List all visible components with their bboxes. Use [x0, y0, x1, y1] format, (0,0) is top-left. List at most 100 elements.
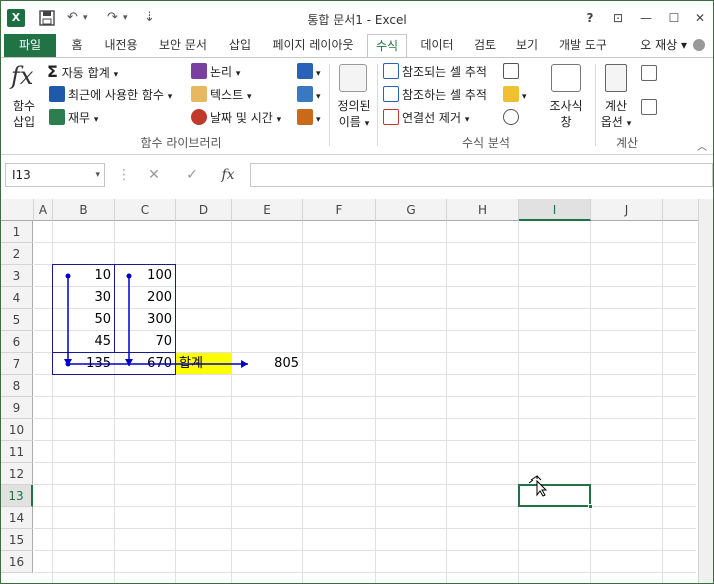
- group-divider: [595, 64, 596, 146]
- column-header-I[interactable]: I: [519, 199, 591, 221]
- select-all-corner[interactable]: [1, 199, 34, 221]
- more-functions-button[interactable]: ▾: [297, 108, 321, 128]
- row-header-5[interactable]: 5: [1, 309, 33, 331]
- row-header-7[interactable]: 7: [1, 353, 33, 375]
- cell-C4[interactable]: 200: [115, 287, 175, 308]
- tab-mine[interactable]: 내전용: [97, 34, 145, 57]
- cell-E7[interactable]: 805: [232, 353, 302, 374]
- tab-view[interactable]: 보기: [509, 34, 545, 57]
- show-formulas-button[interactable]: [503, 62, 522, 82]
- math-book-icon: [297, 86, 313, 102]
- name-box[interactable]: I13 ▾: [5, 163, 105, 187]
- user-name[interactable]: 오 재상 ▾: [640, 34, 687, 57]
- column-header-H[interactable]: H: [447, 199, 519, 221]
- calculation-options-button[interactable]: 계산 옵션 ▾: [597, 98, 635, 132]
- gridline-horizontal: [34, 374, 696, 375]
- datetime-button[interactable]: 날짜 및 시간 ▾: [191, 108, 281, 128]
- trace-dependents-button[interactable]: 참조하는 셀 추적: [383, 85, 487, 105]
- column-header-J[interactable]: J: [591, 199, 663, 221]
- lookup-button[interactable]: ▾: [297, 62, 321, 82]
- insert-function-fx-icon[interactable]: fx: [217, 165, 239, 185]
- tab-data[interactable]: 데이터: [413, 34, 461, 57]
- column-header-B[interactable]: B: [53, 199, 115, 221]
- insert-function-icon[interactable]: fx: [11, 62, 39, 92]
- vertical-scrollbar[interactable]: [698, 199, 713, 583]
- tab-developer[interactable]: 개발 도구: [551, 34, 615, 57]
- row-header-14[interactable]: 14: [1, 507, 33, 529]
- minimize-button[interactable]: —: [635, 9, 657, 27]
- ribbon-display-icon[interactable]: ⊡: [607, 9, 629, 27]
- tab-page-layout[interactable]: 페이지 레이아웃: [265, 34, 361, 57]
- row-header-16[interactable]: 16: [1, 551, 33, 573]
- trace-precedents-button[interactable]: 참조되는 셀 추적: [383, 62, 487, 82]
- remove-arrows-button[interactable]: 연결선 제거 ▾: [383, 108, 469, 128]
- account-avatar[interactable]: [693, 39, 705, 51]
- maximize-button[interactable]: ☐: [663, 9, 685, 27]
- column-header-C[interactable]: C: [115, 199, 176, 221]
- insert-function-button[interactable]: 함수 삽입: [7, 98, 41, 130]
- column-header-F[interactable]: F: [303, 199, 376, 221]
- watch-window-button[interactable]: 조사식 창: [545, 98, 587, 130]
- row-header-11[interactable]: 11: [1, 441, 33, 463]
- group-divider: [329, 64, 330, 146]
- collapse-ribbon-icon[interactable]: ︿: [697, 138, 707, 153]
- financial-button[interactable]: 재무 ▾: [49, 108, 98, 128]
- cell-B3[interactable]: 10: [53, 265, 114, 286]
- cell-C7[interactable]: 670: [115, 353, 175, 374]
- help-button[interactable]: ?: [579, 9, 601, 27]
- column-header-A[interactable]: A: [34, 199, 53, 221]
- name-manager-icon[interactable]: [339, 64, 367, 92]
- tab-review[interactable]: 검토: [467, 34, 503, 57]
- calculator-icon[interactable]: [605, 64, 627, 92]
- evaluate-formula-button[interactable]: [503, 108, 522, 128]
- row-header-1[interactable]: 1: [1, 221, 33, 243]
- tab-formulas[interactable]: 수식: [367, 34, 407, 58]
- math-button[interactable]: ▾: [297, 85, 321, 105]
- row-header-3[interactable]: 3: [1, 265, 33, 287]
- cancel-icon[interactable]: ✕: [143, 165, 165, 185]
- row-header-6[interactable]: 6: [1, 331, 33, 353]
- row-header-10[interactable]: 10: [1, 419, 33, 441]
- calculate-now-button[interactable]: [641, 64, 660, 84]
- column-header-G[interactable]: G: [376, 199, 447, 221]
- formula-input[interactable]: [250, 163, 713, 187]
- cell-B5[interactable]: 50: [53, 309, 114, 330]
- autosum-button[interactable]: Σ 자동 합계 ▾: [47, 62, 118, 82]
- row-header-8[interactable]: 8: [1, 375, 33, 397]
- row-header-4[interactable]: 4: [1, 287, 33, 309]
- active-cell-selection[interactable]: [518, 484, 591, 507]
- cell-C3[interactable]: 100: [115, 265, 175, 286]
- row-header-13[interactable]: 13: [1, 485, 33, 507]
- enter-icon[interactable]: ✓: [181, 165, 203, 185]
- error-checking-button[interactable]: ▾: [503, 85, 527, 105]
- row-header-2[interactable]: 2: [1, 243, 33, 265]
- cell-D7[interactable]: 합계: [176, 353, 232, 374]
- row-header-9[interactable]: 9: [1, 397, 33, 419]
- row-header-15[interactable]: 15: [1, 529, 33, 551]
- worksheet-grid[interactable]: A B C D E F G H I J 1 2 3 4 5 6 7 8 9 10 11 12 13 14 15 16 10 100 30…: [1, 199, 713, 583]
- cell-B6[interactable]: 45: [53, 331, 114, 352]
- cell-B4[interactable]: 30: [53, 287, 114, 308]
- logical-button[interactable]: 논리 ▾: [191, 62, 240, 82]
- recent-functions-button[interactable]: 최근에 사용한 함수 ▾: [49, 85, 172, 105]
- cell-B7[interactable]: 135: [53, 353, 114, 374]
- column-header-D[interactable]: D: [176, 199, 232, 221]
- star-book-icon: [49, 86, 65, 102]
- row-header-12[interactable]: 12: [1, 463, 33, 485]
- trace-precedents-icon: [383, 63, 399, 79]
- cell-C5[interactable]: 300: [115, 309, 175, 330]
- tab-home[interactable]: 홈: [63, 34, 91, 57]
- close-button[interactable]: ✕: [689, 9, 711, 27]
- tab-file[interactable]: 파일: [4, 34, 56, 57]
- column-header-E[interactable]: E: [232, 199, 303, 221]
- calculate-sheet-button[interactable]: [641, 98, 660, 118]
- cell-C6[interactable]: 70: [115, 331, 175, 352]
- fill-handle[interactable]: [588, 504, 593, 509]
- gridline-horizontal: [34, 528, 696, 529]
- glasses-icon[interactable]: [551, 64, 581, 92]
- text-button[interactable]: 텍스트 ▾: [191, 85, 251, 105]
- defined-names-button[interactable]: 정의된 이름 ▾: [333, 98, 375, 132]
- tab-security-document[interactable]: 보안 문서: [151, 34, 215, 57]
- tab-insert[interactable]: 삽입: [221, 34, 259, 57]
- name-box-dropdown-icon[interactable]: ▾: [95, 164, 100, 186]
